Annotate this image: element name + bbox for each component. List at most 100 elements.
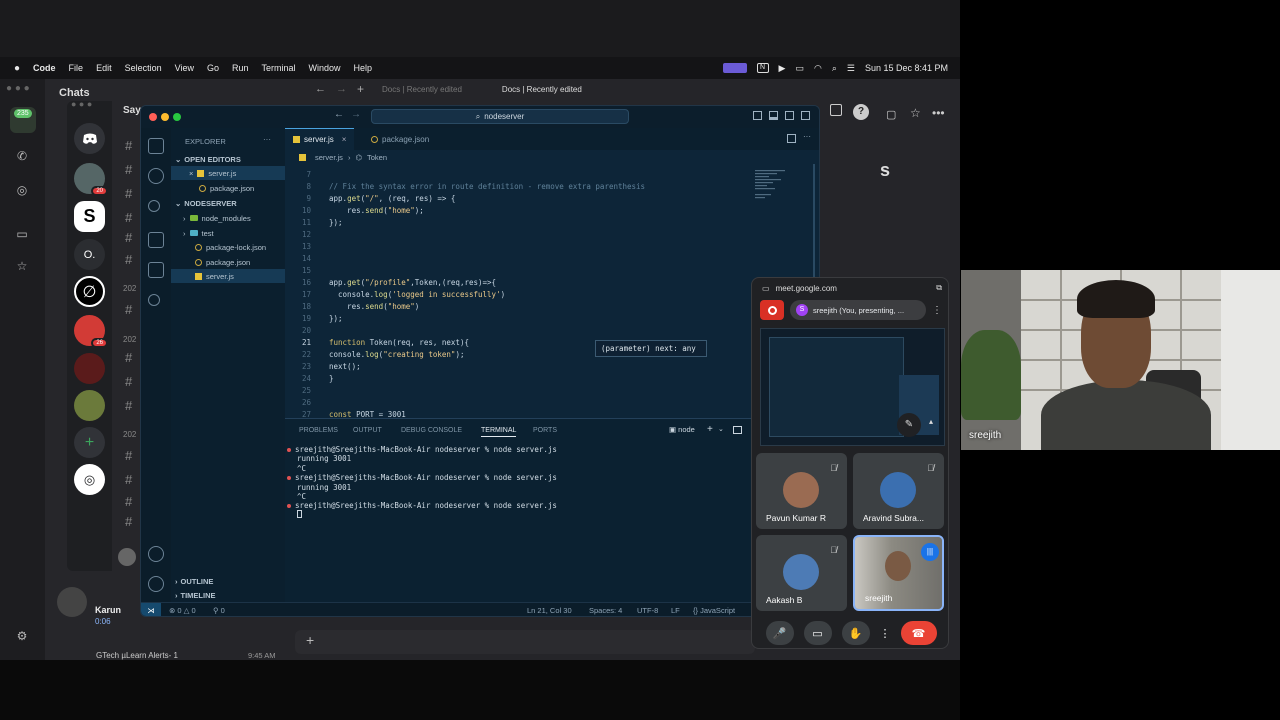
nav-back-icon[interactable]: ← <box>334 109 344 120</box>
server-icon[interactable] <box>74 390 105 421</box>
comment-icon[interactable]: ▢ <box>886 108 896 121</box>
new-tab-icon[interactable]: + <box>357 82 364 96</box>
settings-icon[interactable]: ⚙ <box>12 629 32 649</box>
return-to-tab-icon[interactable]: ⧉ <box>936 283 942 293</box>
problems-status[interactable]: ⊗ 0 △ 0 <box>169 606 196 615</box>
camera-button[interactable]: ▭ <box>803 621 832 645</box>
raise-hand-button[interactable]: ✋ <box>841 621 870 645</box>
phone-icon[interactable]: ✆ <box>12 149 32 169</box>
tab-output[interactable]: OUTPUT <box>353 427 382 434</box>
code-line[interactable]: 18 res.send("home") <box>285 302 819 314</box>
code-line[interactable]: 26 <box>285 398 819 410</box>
code-line[interactable]: 11}); <box>285 218 819 230</box>
terminal-dropdown-icon[interactable]: ⌄ <box>718 425 724 433</box>
code-line[interactable]: 7 <box>285 170 819 182</box>
status-icon[interactable]: ◎ <box>12 183 32 203</box>
menu-run[interactable]: Run <box>232 63 249 73</box>
tab-terminal[interactable]: TERMINAL <box>481 427 517 437</box>
project-header[interactable]: ⌄ NODESERVER <box>171 196 285 210</box>
chats-icon[interactable]: 235 <box>10 107 36 133</box>
control-center-icon[interactable]: ☰ <box>847 63 855 74</box>
timeline-header[interactable]: › TIMELINE <box>171 588 285 602</box>
code-line[interactable]: 22 console.log("creating token"); <box>285 350 819 362</box>
bottom-chat-item[interactable]: GTech µLearn Alerts- 1 <box>96 651 178 660</box>
server-s-icon[interactable]: S <box>74 201 105 232</box>
source-control-icon[interactable] <box>148 200 160 212</box>
add-icon[interactable]: + <box>306 632 314 648</box>
extensions-icon[interactable] <box>148 262 164 278</box>
terminal-output[interactable]: sreejith@Sreejiths-MacBook-Air nodeserve… <box>285 445 815 545</box>
editor-more-icon[interactable]: ··· <box>803 132 811 141</box>
maximize-button[interactable] <box>173 113 181 121</box>
cursor-position[interactable]: Ln 21, Col 30 <box>527 606 572 615</box>
remote-icon[interactable]: ⋊ <box>141 603 161 616</box>
menu-help[interactable]: Help <box>354 63 373 73</box>
help-icon[interactable]: ? <box>853 104 869 120</box>
more-options-icon[interactable]: ⋮ <box>880 627 891 640</box>
tree-item[interactable]: server.js <box>171 269 285 283</box>
edit-share-icon[interactable]: ✎ <box>897 413 921 437</box>
back-icon[interactable]: ← <box>315 83 326 95</box>
tree-item[interactable]: package.json <box>171 255 285 269</box>
indentation[interactable]: Spaces: 4 <box>589 606 622 615</box>
server-icon[interactable]: 20 <box>74 163 108 196</box>
message-input[interactable] <box>295 630 755 654</box>
toggle-panel-icon[interactable] <box>769 111 778 120</box>
breadcrumb-symbol[interactable]: Token <box>367 153 387 162</box>
breadcrumb-file[interactable]: server.js <box>315 153 343 162</box>
server-null-icon[interactable]: ∅ <box>74 276 105 307</box>
user-avatar[interactable] <box>118 548 136 566</box>
participant-tile[interactable]: 🎙̸ Pavun Kumar R <box>756 453 847 529</box>
nav-forward-icon[interactable]: → <box>351 109 361 120</box>
code-line[interactable]: 21 function Token(req, res, next){ <box>285 338 819 350</box>
open-editors-header[interactable]: ⌄ OPEN EDITORS <box>171 152 285 166</box>
eol[interactable]: LF <box>671 606 680 615</box>
code-line[interactable]: 20 <box>285 326 819 338</box>
participant-tile[interactable]: 🎙̸ Aravind Subra... <box>853 453 944 529</box>
close-button[interactable] <box>149 113 157 121</box>
spotlight-icon[interactable]: ⌕ <box>832 63 837 74</box>
code-line[interactable]: 17 console.log('logged in successfully') <box>285 290 819 302</box>
code-line[interactable]: 8 // Fix the syntax error in route defini… <box>285 182 819 194</box>
server-icon[interactable]: 26 <box>74 315 108 348</box>
docker-icon[interactable] <box>148 294 160 306</box>
account-icon[interactable] <box>148 546 164 562</box>
wifi-icon[interactable]: ◠ <box>814 63 822 74</box>
minimize-button[interactable] <box>161 113 169 121</box>
code-line[interactable]: 24} <box>285 374 819 386</box>
code-editor[interactable]: 7 8 // Fix the syntax error in route defin… <box>285 170 745 419</box>
outline-header[interactable]: › OUTLINE <box>171 574 285 588</box>
battery-icon[interactable]: ▭ <box>795 63 804 74</box>
server-o-icon[interactable]: O. <box>74 239 105 270</box>
ports-status[interactable]: ⚲ 0 <box>213 606 225 615</box>
code-line[interactable]: 23 next(); <box>285 362 819 374</box>
run-debug-icon[interactable] <box>148 232 164 248</box>
pip-icon[interactable] <box>830 104 842 116</box>
code-line[interactable]: 9 app.get("/", (req, res) => { <box>285 194 819 206</box>
presenting-pill[interactable]: S sreejith (You, presenting, ... <box>790 300 926 320</box>
menu-terminal[interactable]: Terminal <box>262 63 296 73</box>
language-mode[interactable]: {} JavaScript <box>693 606 735 615</box>
tree-item[interactable]: › node_modules <box>171 211 285 225</box>
tree-item[interactable]: › test <box>171 226 285 240</box>
contact-name[interactable]: Karun <box>95 605 121 615</box>
more-icon[interactable]: ••• <box>932 106 945 120</box>
archive-icon[interactable]: ▭ <box>12 227 32 247</box>
server-icon[interactable] <box>74 353 105 384</box>
menu-go[interactable]: Go <box>207 63 219 73</box>
browser-tab[interactable]: Docs | Recently edited <box>382 85 462 94</box>
discover-icon[interactable]: ◎ <box>74 464 105 495</box>
code-line[interactable]: 19}); <box>285 314 819 326</box>
browser-tab-active[interactable]: Docs | Recently edited <box>502 85 582 94</box>
new-terminal-icon[interactable]: + <box>707 424 713 435</box>
star-icon[interactable]: ☆ <box>12 259 32 279</box>
code-line[interactable]: 13 <box>285 242 819 254</box>
participant-tile-self[interactable]: ||| sreejith <box>853 535 944 611</box>
toggle-secondary-icon[interactable] <box>785 111 794 120</box>
menu-file[interactable]: File <box>69 63 84 73</box>
code-line[interactable]: 12 <box>285 230 819 242</box>
tree-item[interactable]: package-lock.json <box>171 240 285 254</box>
tab-server-js[interactable]: server.js × <box>285 128 355 150</box>
tab-package-json[interactable]: package.json <box>363 128 437 150</box>
discord-home-icon[interactable] <box>74 123 105 154</box>
